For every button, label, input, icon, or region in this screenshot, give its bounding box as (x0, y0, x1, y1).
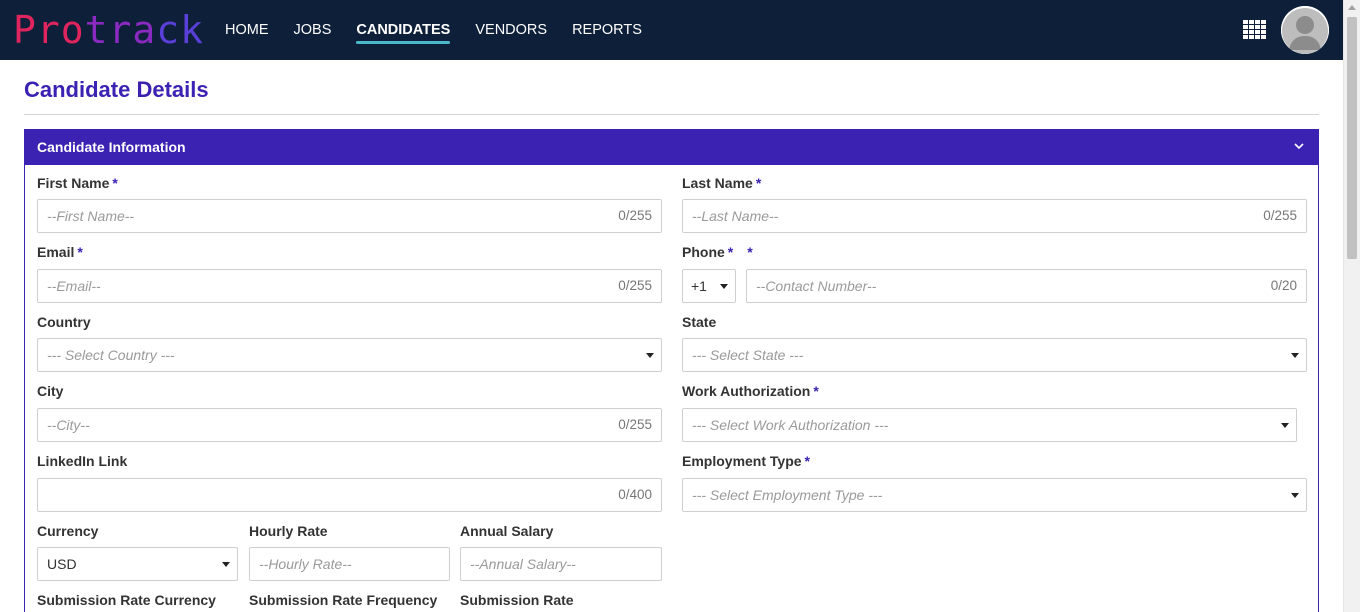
employment-type-label: Employment Type * (682, 453, 810, 469)
candidate-information-panel: Candidate Information First Name * --Firs… (24, 129, 1319, 612)
nav-candidates[interactable]: CANDIDATES (356, 0, 450, 60)
nav-reports[interactable]: REPORTS (572, 0, 642, 60)
chevron-down-icon (720, 284, 728, 289)
top-navigation-bar: Protrack HOME JOBS CANDIDATES VENDORS RE… (0, 0, 1343, 60)
grid-icon[interactable] (1243, 20, 1267, 40)
phone-country-code-select[interactable]: +1 (682, 269, 736, 303)
submission-rate-currency-label: Submission Rate Currency (37, 592, 216, 608)
submission-rate-label: Submission Rate (460, 592, 574, 608)
phone-label: Phone * * (682, 244, 753, 260)
scroll-thumb[interactable] (1347, 17, 1357, 259)
page-scrollbar[interactable] (1343, 0, 1360, 612)
main-nav: HOME JOBS CANDIDATES VENDORS REPORTS (225, 0, 667, 60)
chevron-down-icon (1281, 423, 1289, 428)
city-label: City (37, 383, 64, 399)
chevron-down-icon (646, 353, 654, 358)
linkedin-label: LinkedIn Link (37, 453, 128, 469)
phone-number-input[interactable]: --Contact Number-- 0/20 (746, 269, 1307, 303)
work-authorization-select[interactable]: --- Select Work Authorization --- (682, 408, 1297, 442)
first-name-label: First Name * (37, 175, 118, 191)
work-authorization-label: Work Authorization * (682, 383, 819, 399)
scroll-up-arrow-icon[interactable] (1348, 5, 1356, 10)
city-input[interactable]: --City-- 0/255 (37, 408, 662, 442)
country-label: Country (37, 314, 91, 330)
last-name-input[interactable]: --Last Name-- 0/255 (682, 199, 1307, 233)
nav-home[interactable]: HOME (225, 0, 269, 60)
employment-type-select[interactable]: --- Select Employment Type --- (682, 478, 1307, 512)
panel-header[interactable]: Candidate Information (25, 129, 1318, 165)
hourly-rate-label: Hourly Rate (249, 523, 328, 539)
annual-salary-label: Annual Salary (460, 523, 554, 539)
currency-label: Currency (37, 523, 99, 539)
chevron-down-icon (1291, 353, 1299, 358)
first-name-input[interactable]: --First Name-- 0/255 (37, 199, 662, 233)
protrack-logo[interactable]: Protrack (13, 10, 204, 50)
chevron-down-icon (1291, 493, 1299, 498)
nav-vendors[interactable]: VENDORS (475, 0, 547, 60)
submission-rate-frequency-label: Submission Rate Frequency (249, 592, 438, 608)
linkedin-input[interactable]: 0/400 (37, 478, 662, 512)
panel-title: Candidate Information (37, 139, 186, 155)
title-divider (24, 114, 1319, 115)
country-select[interactable]: --- Select Country --- (37, 338, 662, 372)
state-select[interactable]: --- Select State --- (682, 338, 1307, 372)
nav-jobs[interactable]: JOBS (294, 0, 332, 60)
page-title: Candidate Details (24, 77, 209, 102)
hourly-rate-input[interactable]: --Hourly Rate-- (249, 547, 450, 581)
user-avatar-icon[interactable] (1281, 6, 1329, 54)
chevron-down-icon[interactable] (1294, 141, 1304, 151)
email-label: Email * (37, 244, 83, 260)
state-label: State (682, 314, 717, 330)
chevron-down-icon (222, 562, 230, 567)
last-name-label: Last Name * (682, 175, 762, 191)
currency-select[interactable]: USD (37, 547, 238, 581)
email-input[interactable]: --Email-- 0/255 (37, 269, 662, 303)
annual-salary-input[interactable]: --Annual Salary-- (460, 547, 662, 581)
